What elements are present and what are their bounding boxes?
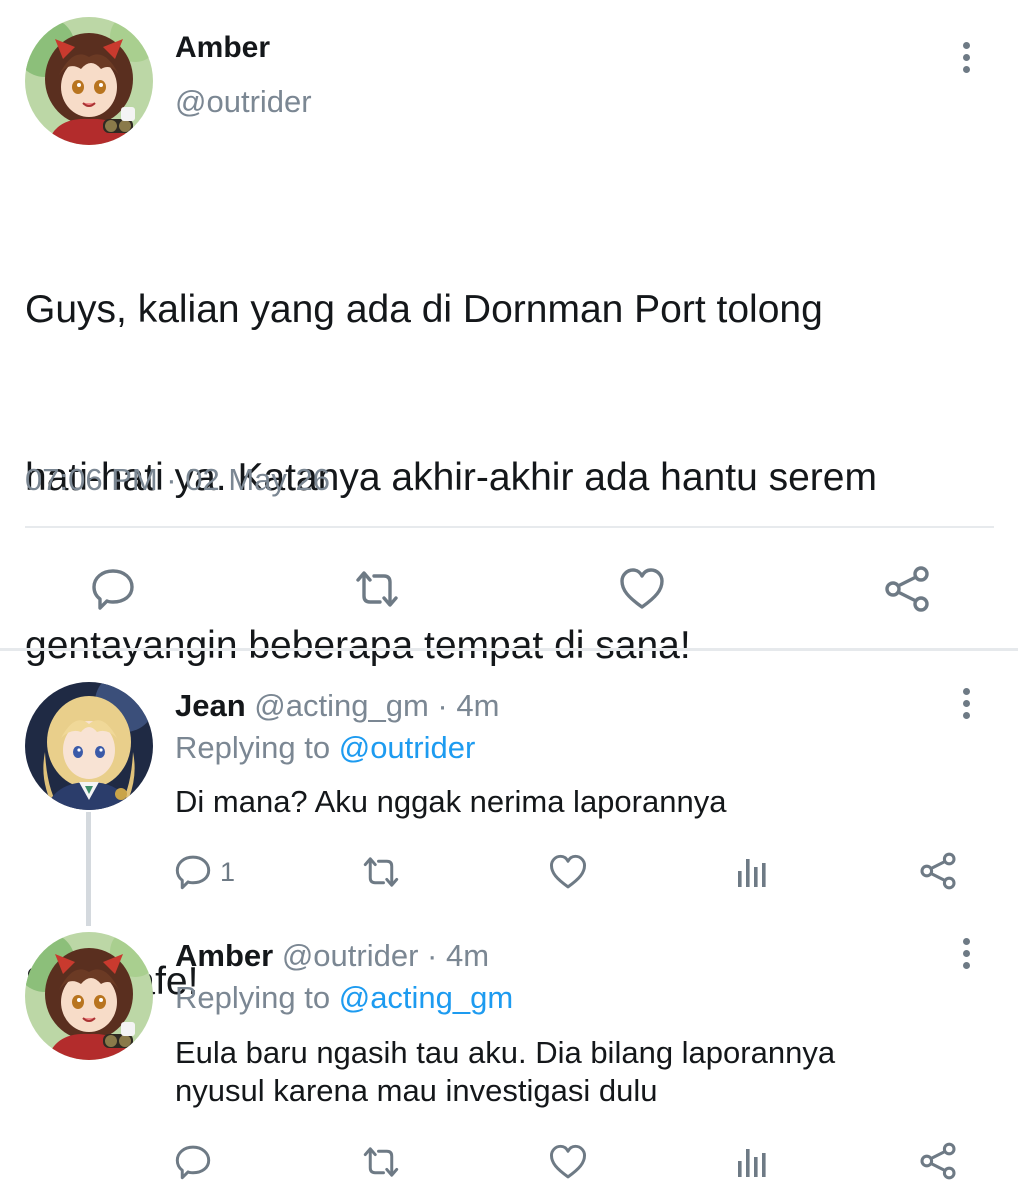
avatar[interactable] xyxy=(25,17,153,145)
reply-text-line: nyusul karena mau investigasi dulu xyxy=(175,1073,658,1108)
replying-to-handle[interactable]: @acting_gm xyxy=(339,980,514,1015)
replying-to-label: Replying to xyxy=(175,730,339,765)
reply-text: Di mana? Aku nggak nerima laporannya xyxy=(175,784,727,819)
author-handle[interactable]: @outrider xyxy=(282,938,419,973)
more-options-icon[interactable] xyxy=(960,938,972,969)
more-options-icon[interactable] xyxy=(960,42,972,73)
analytics-icon[interactable] xyxy=(734,1143,770,1179)
avatar[interactable] xyxy=(25,932,153,1060)
reply-header: Amber @outrider · 4m xyxy=(175,938,489,974)
avatar[interactable] xyxy=(25,682,153,810)
reply-text: Eula baru ngasih tau aku. Dia bilang lap… xyxy=(175,1034,835,1110)
reply-icon[interactable] xyxy=(174,1143,212,1181)
author-name[interactable]: Amber xyxy=(175,938,273,973)
retweet-icon[interactable] xyxy=(352,566,402,612)
tweet-text-line: gentayangin beberapa tempat di sana! xyxy=(25,624,691,667)
like-icon[interactable] xyxy=(618,566,666,612)
reply-icon[interactable] xyxy=(174,853,212,891)
replying-to-label: Replying to xyxy=(175,980,339,1015)
author-name[interactable]: Amber xyxy=(175,31,270,65)
reply-count: 1 xyxy=(220,857,236,887)
reply-header: Jean @acting_gm · 4m xyxy=(175,688,499,724)
share-icon[interactable] xyxy=(918,1141,958,1181)
replying-to: Replying to @acting_gm xyxy=(175,980,513,1016)
share-icon[interactable] xyxy=(918,851,958,891)
more-options-icon[interactable] xyxy=(960,688,972,719)
timestamp: 07:06 PM · 02 May 26 xyxy=(25,462,330,497)
author-handle[interactable]: @outrider xyxy=(175,84,312,120)
author-handle[interactable]: @acting_gm xyxy=(254,688,429,723)
like-icon[interactable] xyxy=(548,853,588,891)
replying-to-handle[interactable]: @outrider xyxy=(339,730,476,765)
section-separator xyxy=(0,648,1018,651)
thread-line xyxy=(86,812,91,926)
tweet-text-line: Guys, kalian yang ada di Dornman Port to… xyxy=(25,288,823,331)
divider xyxy=(25,526,994,528)
replying-to: Replying to @outrider xyxy=(175,730,475,766)
retweet-icon[interactable] xyxy=(360,853,402,891)
reply-text-line: Eula baru ngasih tau aku. Dia bilang lap… xyxy=(175,1035,836,1070)
like-icon[interactable] xyxy=(548,1143,588,1181)
reply-time: · 4m xyxy=(428,688,500,723)
analytics-icon[interactable] xyxy=(734,853,770,889)
reply-time: · 4m xyxy=(418,938,490,973)
retweet-icon[interactable] xyxy=(360,1143,402,1181)
share-icon[interactable] xyxy=(882,564,932,614)
reply-icon[interactable] xyxy=(90,566,136,612)
author-name[interactable]: Jean xyxy=(175,688,246,723)
